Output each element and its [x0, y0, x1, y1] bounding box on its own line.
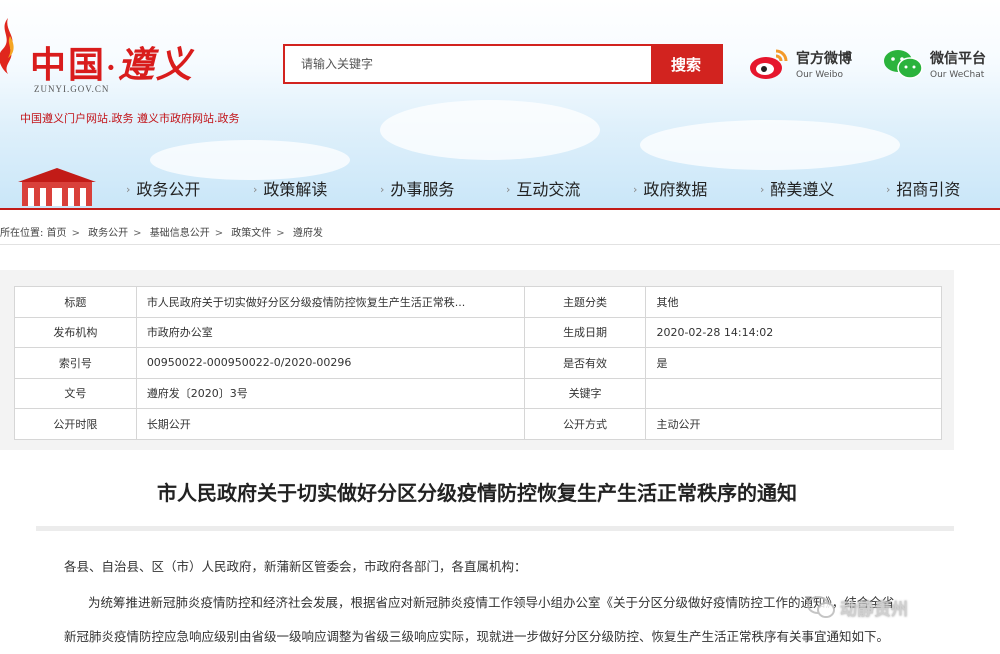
meta-value: 其他 [645, 286, 942, 318]
site-logo[interactable]: 中国·遵义 [30, 36, 194, 88]
meta-value: 是 [645, 347, 942, 379]
watermark-text: 动静贵州 [840, 599, 908, 620]
meta-label: 关键字 [523, 377, 647, 409]
breadcrumb-divider [0, 244, 1000, 245]
logo-text: 中国 [30, 44, 107, 86]
site-header: 中国·遵义 ZUNYI.GOV.CN 中国遵义门户网站.政务 遵义市政府网站.政… [0, 0, 1000, 210]
document-meta-panel: 标题 市人民政府关于切实做好分区分级疫情防控恢复生产生活正常秩... 主题分类 … [0, 270, 954, 450]
breadcrumb-basic-info[interactable]: 基础信息公开 [150, 228, 210, 239]
building-icon [18, 168, 96, 206]
cloud-decoration [380, 100, 600, 160]
logo-domain: ZUNYI.GOV.CN [34, 84, 110, 94]
meta-label: 主题分类 [523, 286, 647, 318]
search-button[interactable]: 搜索 [651, 46, 721, 82]
article-paragraph: 为统筹推进新冠肺炎疫情防控和经济社会发展，根据省应对新冠肺炎疫情工作领导小组办公… [88, 595, 895, 610]
meta-label: 生成日期 [523, 316, 647, 348]
meta-value: 主动公开 [645, 408, 942, 440]
meta-value: 00950022-000950022-0/2020-00296 [135, 347, 525, 379]
main-nav: › 政务公开 › 政策解读 › 办事服务 › 互动交流 › 政府数据 › 醉美遵义 › 招商引… [0, 168, 1000, 208]
nav-item-beautiful-zunyi[interactable]: › 醉美遵义 [760, 176, 834, 200]
article-paragraph: 新冠肺炎疫情防控应急响应级别由省级一级响应调整为省级三级响应实际，现就进一步做好… [64, 629, 890, 644]
wechat-subtitle: Our WeChat [930, 70, 985, 80]
table-row: 发布机构 市政府办公室 生成日期 2020-02-28 14:14:02 [14, 316, 942, 348]
logo-subtitle: 中国遵义门户网站.政务 遵义市政府网站.政务 [20, 112, 240, 125]
article-paragraph: 各县、自治县、区（市）人民政府，新蒲新区管委会，市政府各部门，各直属机构： [64, 559, 527, 574]
breadcrumb-policy-docs[interactable]: 政策文件 [231, 228, 271, 239]
flame-logo-icon [0, 18, 14, 74]
logo-dot: · [106, 51, 118, 84]
breadcrumb: 所在位置: 首页 > 政务公开 > 基础信息公开 > 政策文件 > 遵府发 [0, 228, 323, 239]
meta-label: 公开方式 [523, 408, 647, 440]
meta-label: 公开时限 [14, 408, 137, 440]
table-row: 索引号 00950022-000950022-0/2020-00296 是否有效… [14, 347, 942, 379]
meta-label: 发布机构 [14, 316, 137, 348]
table-row: 公开时限 长期公开 公开方式 主动公开 [14, 408, 942, 440]
meta-value [645, 377, 942, 409]
meta-label: 索引号 [14, 347, 137, 379]
nav-item-services[interactable]: › 办事服务 [380, 176, 454, 200]
wechat-icon [884, 50, 923, 79]
weibo-icon [750, 49, 788, 79]
nav-item-policy-interpretation[interactable]: › 政策解读 [253, 176, 327, 200]
meta-value: 长期公开 [135, 408, 525, 440]
meta-label: 标题 [14, 286, 137, 318]
article-title: 市人民政府关于切实做好分区分级疫情防控恢复生产生活正常秩序的通知 [157, 481, 797, 505]
document-meta-table: 标题 市人民政府关于切实做好分区分级疫情防控恢复生产生活正常秩... 主题分类 … [14, 286, 942, 440]
watermark: 动静贵州 [806, 594, 908, 620]
table-row: 文号 遵府发〔2020〕3号 关键字 [14, 377, 942, 409]
table-row: 标题 市人民政府关于切实做好分区分级疫情防控恢复生产生活正常秩... 主题分类 … [14, 286, 942, 318]
nav-item-interaction[interactable]: › 互动交流 [506, 176, 580, 200]
cloud-decoration [640, 120, 900, 170]
meta-label: 文号 [14, 377, 137, 409]
meta-value: 市政府办公室 [135, 316, 525, 348]
nav-item-gov-affairs[interactable]: › 政务公开 [126, 176, 200, 200]
search-bar: 搜索 [283, 44, 723, 84]
meta-value: 2020-02-28 14:14:02 [645, 316, 942, 348]
weibo-link[interactable]: 官方微博 Our Weibo [748, 46, 852, 82]
meta-value: 遵府发〔2020〕3号 [135, 377, 525, 409]
breadcrumb-zunfufa[interactable]: 遵府发 [293, 228, 323, 239]
nav-item-gov-data[interactable]: › 政府数据 [633, 176, 707, 200]
search-input[interactable] [285, 46, 651, 82]
weibo-subtitle: Our Weibo [796, 70, 843, 80]
nav-item-investment[interactable]: › 招商引资 [886, 176, 960, 200]
meta-value: 市人民政府关于切实做好分区分级疫情防控恢复生产生活正常秩... [135, 286, 525, 318]
breadcrumb-gov-affairs[interactable]: 政务公开 [88, 228, 128, 239]
wechat-watermark-icon [807, 596, 835, 618]
title-divider [36, 526, 954, 531]
weibo-title: 官方微博 [796, 51, 852, 67]
breadcrumb-prefix: 所在位置: [0, 228, 44, 239]
wechat-title: 微信平台 [930, 51, 986, 67]
nav-divider [0, 208, 1000, 210]
meta-label: 是否有效 [523, 347, 647, 379]
logo-city: 遵义 [117, 44, 194, 86]
wechat-link[interactable]: 微信平台 Our WeChat [882, 46, 986, 82]
breadcrumb-home[interactable]: 首页 [47, 228, 67, 239]
